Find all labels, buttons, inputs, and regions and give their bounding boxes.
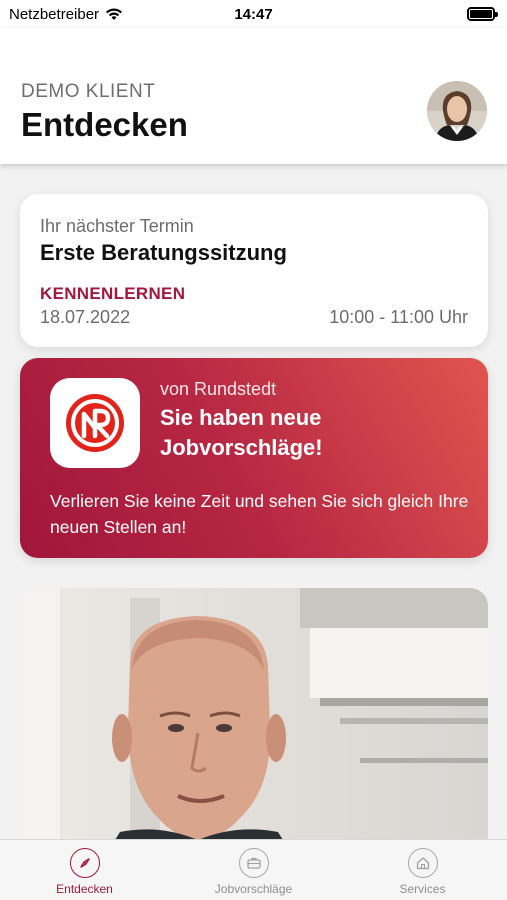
home-icon [407,848,438,878]
jobs-title-line-2: Jobvorschläge! [160,435,323,460]
jobs-title-line-1: Sie haben neue [160,405,322,430]
coach-photo-image [20,588,488,848]
wifi-icon [106,8,123,20]
jobs-brand-label: von Rundstedt [160,379,277,399]
appointment-title: Erste Beratungssitzung [40,240,287,265]
status-time: 14:47 [234,5,273,23]
tab-bar: Entdecken Jobvorschläge Services [0,839,507,900]
jobs-title: Sie haben neue Jobvorschläge! [160,403,323,463]
tab-label-services: Services [399,882,446,896]
coach-photo-card[interactable] [20,588,488,848]
appointment-label: Ihr nächster Termin [40,216,194,236]
jobs-description: Verlieren Sie keine Zeit und sehen Sie s… [50,491,469,537]
tab-services[interactable]: Services [338,840,507,900]
tab-entdecken[interactable]: Entdecken [0,840,169,900]
carrier-label: Netzbetreiber [9,5,100,23]
job-suggestions-card[interactable]: von Rundstedt Sie haben neue Jobvorschlä… [20,358,488,558]
tab-label-entdecken: Entdecken [56,882,113,896]
appointment-time: 10:00 - 11:00 Uhr [329,307,468,327]
tab-label-jobvorschlaege: Jobvorschläge [214,882,293,896]
appointment-type: KENNENLERNEN [40,284,186,303]
compass-icon [69,848,100,878]
briefcase-icon [238,848,269,878]
client-label: DEMO KLIENT [21,81,156,102]
appointment-date: 18.07.2022 [40,307,131,327]
avatar[interactable] [427,81,487,141]
header: DEMO KLIENT Entdecken [0,28,507,164]
next-appointment-card[interactable]: Ihr nächster Termin Erste Beratungssitzu… [20,194,488,347]
battery-icon [467,7,498,21]
von-rundstedt-logo-icon [50,378,140,468]
page-title: Entdecken [21,106,188,143]
status-left: Netzbetreiber [9,6,123,23]
tab-jobvorschlaege[interactable]: Jobvorschläge [169,840,338,900]
avatar-portrait-image [427,81,487,141]
status-bar: Netzbetreiber 14:47 [0,0,507,28]
